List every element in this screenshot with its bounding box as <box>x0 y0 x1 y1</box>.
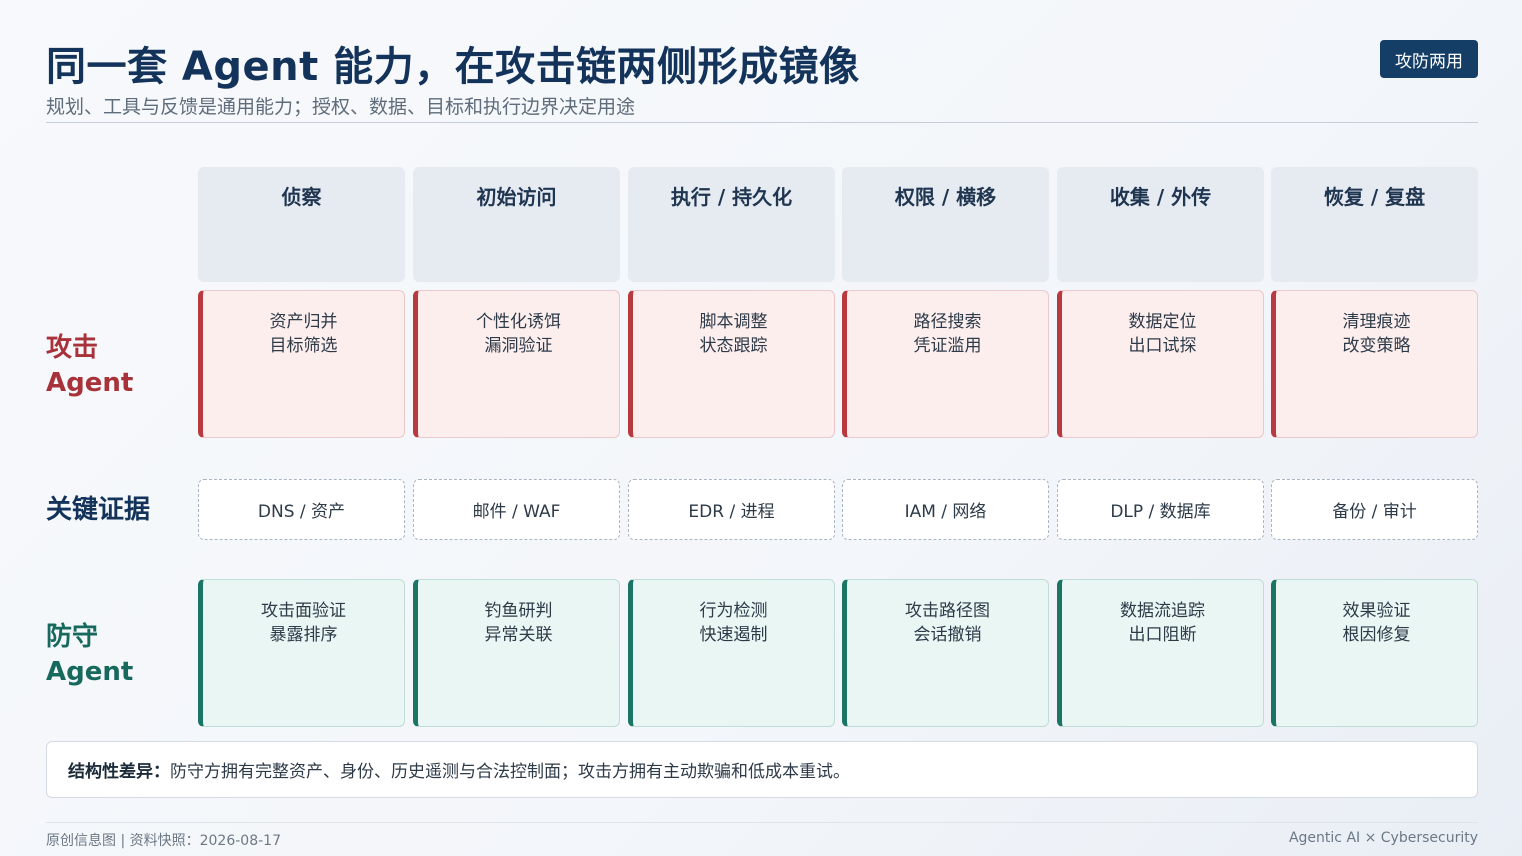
attack-item: 资产归并 <box>269 312 338 332</box>
attack-card-execution: 脚本调整 状态跟踪 <box>628 290 835 438</box>
attack-item: 路径搜索 <box>913 312 982 332</box>
defense-label-line-1: 防守 <box>46 622 99 652</box>
attack-item: 清理痕迹 <box>1342 312 1411 332</box>
defense-card-recon: 攻击面验证 暴露排序 <box>198 579 405 727</box>
defense-item: 数据流追踪 <box>1120 601 1205 621</box>
attack-card-privilege: 路径搜索 凭证滥用 <box>842 290 1049 438</box>
attack-item: 凭证滥用 <box>913 336 982 356</box>
evidence-row-label: 关键证据 <box>46 495 151 525</box>
stage-header-initial-access: 初始访问 <box>413 167 620 282</box>
stage-header-recon: 侦察 <box>198 167 405 282</box>
defense-item: 暴露排序 <box>269 625 338 645</box>
defense-item: 钓鱼研判 <box>484 601 553 621</box>
attack-item: 数据定位 <box>1128 312 1197 332</box>
defense-card-recovery: 效果验证 根因修复 <box>1271 579 1478 727</box>
attack-item: 改变策略 <box>1342 336 1411 356</box>
defense-item: 出口阻断 <box>1128 625 1197 645</box>
defense-card-collection: 数据流追踪 出口阻断 <box>1057 579 1264 727</box>
attack-item: 目标筛选 <box>269 336 338 356</box>
evidence-box-recon: DNS / 资产 <box>198 479 405 540</box>
attack-item: 漏洞验证 <box>484 336 553 356</box>
defense-item: 会话撤销 <box>913 625 982 645</box>
note-text: 防守方拥有完整资产、身份、历史遥测与合法控制面；攻击方拥有主动欺骗和低成本重试。 <box>170 762 850 782</box>
attack-card-recon: 资产归并 目标筛选 <box>198 290 405 438</box>
defense-row-label: 防守 Agent <box>46 620 133 690</box>
attack-item: 个性化诱饵 <box>476 312 561 332</box>
stage-header-recovery: 恢复 / 复盘 <box>1271 167 1478 282</box>
footer-divider <box>46 822 1478 823</box>
attack-card-recovery: 清理痕迹 改变策略 <box>1271 290 1478 438</box>
stage-header-collection: 收集 / 外传 <box>1057 167 1264 282</box>
attack-item: 状态跟踪 <box>699 336 768 356</box>
attack-item: 出口试探 <box>1128 336 1197 356</box>
footer-topic: Agentic AI × Cybersecurity <box>1288 830 1478 846</box>
defense-item: 攻击路径图 <box>905 601 990 621</box>
attack-row-label: 攻击 Agent <box>46 331 133 401</box>
attack-item: 脚本调整 <box>699 312 768 332</box>
header-divider <box>46 122 1478 123</box>
defense-card-privilege: 攻击路径图 会话撤销 <box>842 579 1049 727</box>
defense-card-initial-access: 钓鱼研判 异常关联 <box>413 579 620 727</box>
defense-card-execution: 行为检测 快速遏制 <box>628 579 835 727</box>
page-title: 同一套 Agent 能力，在攻击链两侧形成镜像 <box>46 44 860 90</box>
stage-header-execution: 执行 / 持久化 <box>628 167 835 282</box>
evidence-box-recovery: 备份 / 审计 <box>1271 479 1478 540</box>
attack-card-initial-access: 个性化诱饵 漏洞验证 <box>413 290 620 438</box>
page-subtitle: 规划、工具与反馈是通用能力；授权、数据、目标和执行边界决定用途 <box>46 96 636 118</box>
attack-label-line-2: Agent <box>46 368 134 398</box>
attack-card-collection: 数据定位 出口试探 <box>1057 290 1264 438</box>
defense-label-line-2: Agent <box>46 657 134 687</box>
stage-header-privilege: 权限 / 横移 <box>842 167 1049 282</box>
note-label: 结构性差异： <box>68 762 170 782</box>
defense-item: 根因修复 <box>1342 625 1411 645</box>
evidence-box-execution: EDR / 进程 <box>628 479 835 540</box>
structural-difference-note: 结构性差异： 防守方拥有完整资产、身份、历史遥测与合法控制面；攻击方拥有主动欺骗… <box>46 741 1478 798</box>
defense-item: 效果验证 <box>1342 601 1411 621</box>
evidence-box-privilege: IAM / 网络 <box>842 479 1049 540</box>
attack-label-line-1: 攻击 <box>46 333 99 363</box>
defense-item: 快速遏制 <box>699 625 768 645</box>
evidence-box-collection: DLP / 数据库 <box>1057 479 1264 540</box>
footer-source: 原创信息图 | 资料快照：2026-08-17 <box>46 833 281 849</box>
dual-use-badge: 攻防两用 <box>1380 40 1478 78</box>
defense-item: 攻击面验证 <box>261 601 346 621</box>
evidence-box-initial-access: 邮件 / WAF <box>413 479 620 540</box>
defense-item: 异常关联 <box>484 625 553 645</box>
defense-item: 行为检测 <box>699 601 768 621</box>
